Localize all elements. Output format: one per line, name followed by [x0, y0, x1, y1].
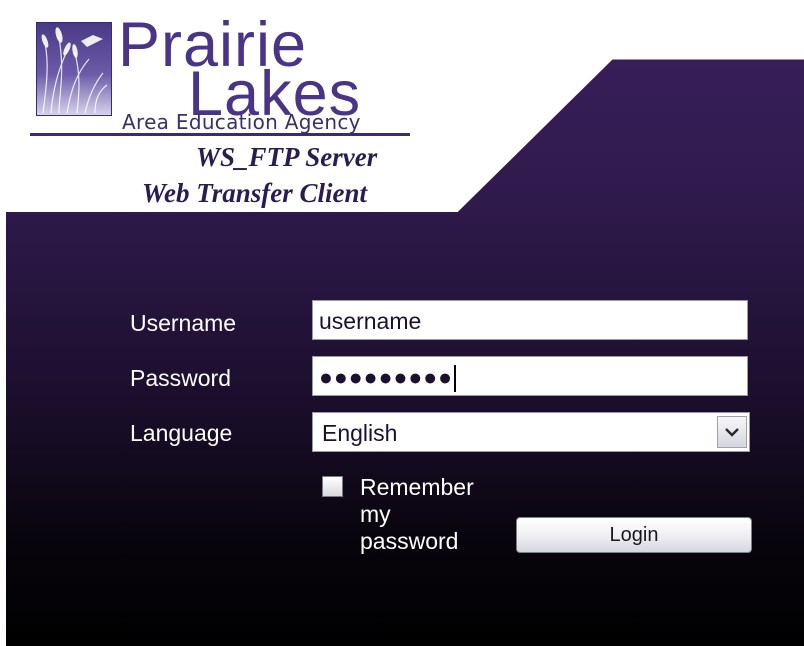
product-title: WS_FTP Server: [196, 142, 378, 172]
username-label: Username: [130, 310, 237, 336]
text-cursor: [454, 365, 457, 393]
login-button[interactable]: Login: [516, 517, 752, 553]
chevron-down-icon[interactable]: [717, 416, 747, 448]
password-label: Password: [130, 365, 231, 391]
remember-password-label[interactable]: Remember my password: [360, 474, 474, 555]
language-select[interactable]: English: [312, 412, 750, 452]
prairie-grass-logo-icon: [36, 22, 112, 116]
logo-tagline: Area Education Agency: [122, 110, 361, 134]
password-mask: ●●●●●●●●●: [319, 364, 454, 390]
password-input[interactable]: ●●●●●●●●●: [312, 356, 748, 396]
logo-divider: [30, 133, 410, 136]
username-input[interactable]: username: [312, 300, 748, 340]
language-selected-value: English: [322, 420, 398, 446]
remember-password-checkbox[interactable]: [322, 476, 343, 497]
product-subtitle: Web Transfer Client: [142, 178, 368, 208]
language-label: Language: [130, 420, 233, 446]
prairie-lakes-logo: Prairie Lakes Area Education Agency WS_F…: [30, 14, 414, 213]
